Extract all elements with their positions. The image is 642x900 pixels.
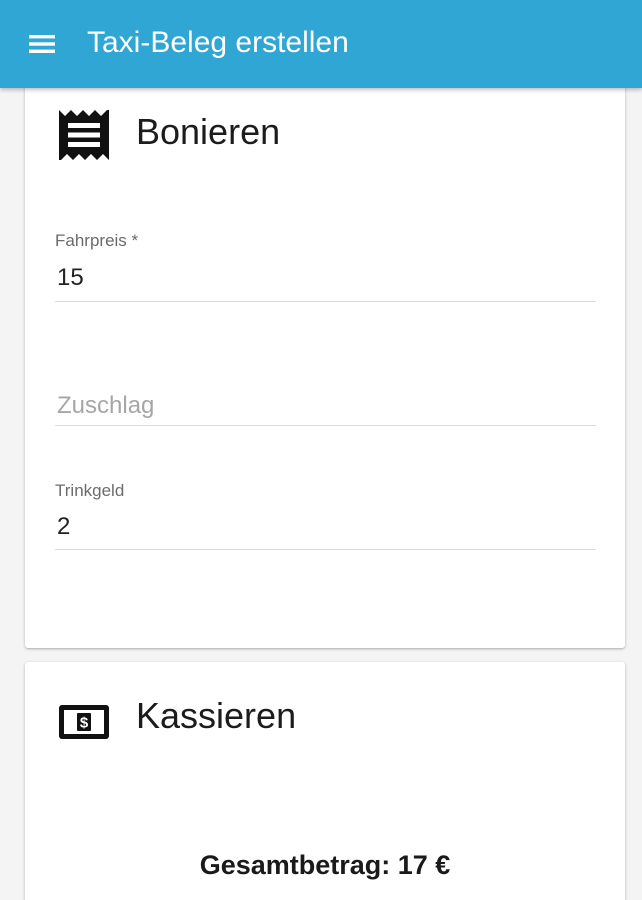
fahrpreis-field: Fahrpreis * — [55, 230, 598, 302]
bonieren-title: Bonieren — [136, 111, 281, 152]
trinkgeld-underline — [55, 549, 596, 550]
total-amount: Gesamtbetrag: 17 € — [199, 850, 451, 880]
fahrpreis-label: Fahrpreis * — [55, 231, 139, 250]
menu-button[interactable] — [22, 24, 62, 64]
page-title: Taxi-Beleg erstellen — [87, 26, 349, 59]
app-root: Taxi-Beleg erstellen Bonieren Fahrpreis … — [0, 0, 642, 900]
trinkgeld-input[interactable] — [55, 509, 598, 545]
zuschlag-underline — [55, 425, 596, 426]
receipt-icon — [56, 107, 112, 163]
fahrpreis-input[interactable] — [55, 260, 598, 296]
svg-text:$: $ — [80, 715, 89, 732]
cash-icon: $ — [56, 694, 112, 750]
menu-icon — [22, 24, 62, 64]
fahrpreis-underline — [55, 301, 596, 302]
kassieren-title: Kassieren — [136, 695, 297, 736]
trinkgeld-field: Trinkgeld — [55, 480, 598, 552]
zuschlag-field — [55, 380, 598, 428]
trinkgeld-label: Trinkgeld — [55, 481, 125, 500]
bonieren-card: Bonieren Fahrpreis * Trinkgeld — [25, 80, 625, 648]
app-bar: Taxi-Beleg erstellen — [0, 0, 642, 88]
zuschlag-input[interactable] — [55, 388, 598, 424]
kassieren-card: $ Kassieren Gesamtbetrag: 17 € — [25, 662, 625, 900]
